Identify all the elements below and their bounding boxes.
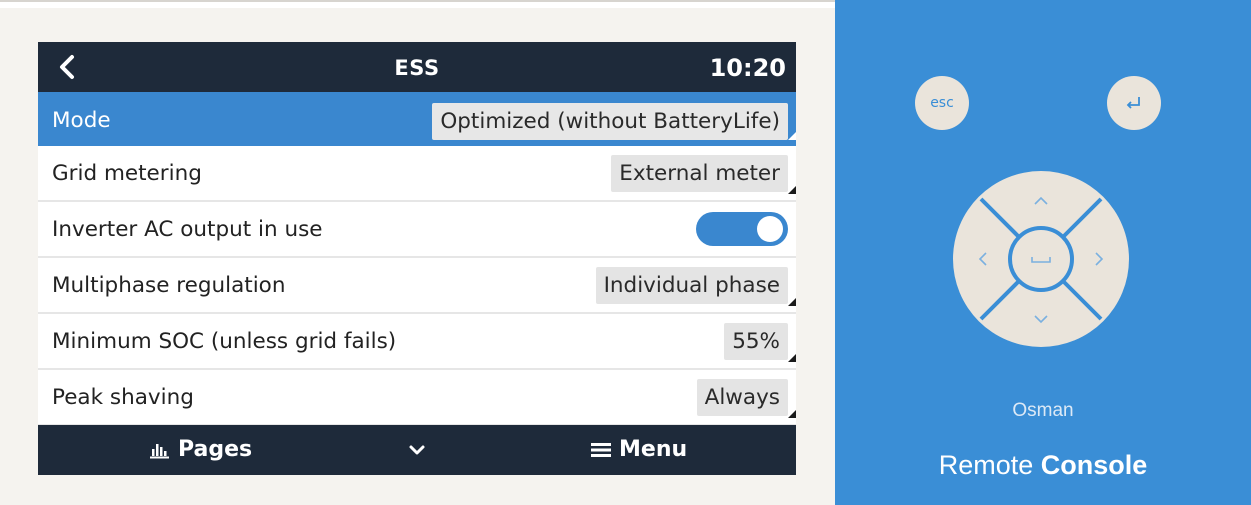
clock: 10:20 [709, 54, 786, 82]
setting-value: 55% [724, 323, 788, 360]
remote-console-panel: esc Osman Remote Console [835, 0, 1251, 505]
setting-row-mode[interactable]: Mode Optimized (without BatteryLife) [38, 92, 796, 146]
enter-return-icon [1126, 97, 1140, 109]
setting-row-grid-metering[interactable]: Grid metering External meter [38, 146, 796, 202]
setting-row-minimum-soc[interactable]: Minimum SOC (unless grid fails) 55% [38, 314, 796, 370]
setting-row-inverter-ac-output[interactable]: Inverter AC output in use [38, 202, 796, 258]
enter-button[interactable] [1107, 76, 1161, 130]
scroll-down-button[interactable] [408, 425, 426, 475]
top-divider [0, 0, 835, 2]
dpad-center-button[interactable] [1008, 226, 1074, 292]
setting-row-peak-shaving[interactable]: Peak shaving Always [38, 370, 796, 426]
setting-value: Individual phase [595, 267, 788, 304]
title-light: Remote [938, 450, 1034, 480]
page-title: ESS [394, 56, 440, 80]
dropdown-corner-icon [788, 354, 796, 362]
esc-button[interactable]: esc [915, 76, 969, 130]
dropdown-corner-icon [788, 410, 796, 418]
dropdown-corner-icon [788, 298, 796, 306]
hamburger-icon [591, 441, 611, 459]
title-bar: ESS 10:20 [38, 42, 796, 92]
dpad [953, 171, 1129, 347]
dropdown-corner-icon [788, 132, 796, 140]
back-button[interactable] [50, 50, 84, 84]
user-name: Osman [1012, 400, 1074, 421]
device-screen: ESS 10:20 Mode Optimized (without Batter… [38, 42, 796, 475]
setting-row-multiphase-regulation[interactable]: Multiphase regulation Individual phase [38, 258, 796, 314]
title-bold: Console [1040, 450, 1148, 480]
bar-chart-icon [150, 441, 170, 459]
setting-value: Always [696, 379, 788, 416]
menu-button[interactable]: Menu [591, 425, 687, 475]
pages-button[interactable]: Pages [150, 425, 252, 475]
setting-value: Optimized (without BatteryLife) [432, 103, 788, 140]
remote-console-title: Remote Console [835, 450, 1251, 481]
setting-label: Minimum SOC (unless grid fails) [52, 329, 397, 354]
inverter-ac-output-toggle[interactable] [696, 212, 788, 246]
pages-label: Pages [178, 437, 253, 462]
setting-label: Mode [52, 108, 111, 133]
setting-label: Inverter AC output in use [52, 217, 323, 242]
dropdown-corner-icon [788, 186, 796, 194]
setting-label: Peak shaving [52, 385, 194, 410]
chevron-left-icon [60, 55, 74, 79]
chevron-down-icon [409, 445, 425, 455]
bottom-bar: Pages Menu [38, 425, 796, 475]
setting-label: Grid metering [52, 161, 202, 186]
esc-label: esc [930, 95, 954, 111]
toggle-knob [757, 216, 783, 242]
menu-label: Menu [619, 437, 688, 462]
setting-label: Multiphase regulation [52, 273, 286, 298]
setting-value: External meter [611, 155, 788, 192]
settings-list: Mode Optimized (without BatteryLife) Gri… [38, 92, 796, 426]
